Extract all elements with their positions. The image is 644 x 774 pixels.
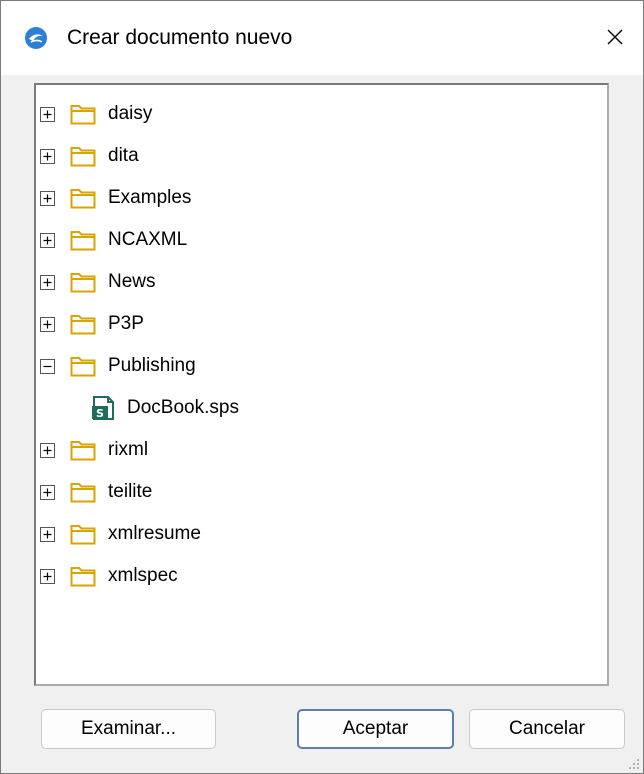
expand-plus-icon[interactable] xyxy=(40,316,55,332)
tree-item-news[interactable]: News xyxy=(36,267,607,297)
folder-icon xyxy=(70,525,96,545)
tree-item-label: DocBook.sps xyxy=(127,397,239,418)
folder-icon xyxy=(70,147,96,167)
expand-plus-icon[interactable] xyxy=(40,442,55,458)
tree-item-xmlspec[interactable]: xmlspec xyxy=(36,561,607,591)
collapse-minus-icon[interactable] xyxy=(40,358,55,374)
browse-button[interactable]: Examinar... xyxy=(41,709,216,749)
folder-icon xyxy=(70,483,96,503)
app-logo-icon xyxy=(25,27,47,49)
expand-plus-icon[interactable] xyxy=(40,148,55,164)
tree-item-daisy[interactable]: daisy xyxy=(36,99,607,129)
tree-item-p3p[interactable]: P3P xyxy=(36,309,607,339)
tree-item-rixml[interactable]: rixml xyxy=(36,435,607,465)
tree-item-label: Examples xyxy=(108,187,192,208)
folder-icon xyxy=(70,315,96,335)
cancel-button[interactable]: Cancelar xyxy=(469,709,625,749)
resize-grip-icon[interactable] xyxy=(626,756,640,770)
folder-icon xyxy=(70,189,96,209)
folder-icon xyxy=(70,273,96,293)
title-bar: Crear documento nuevo xyxy=(1,1,643,75)
expand-plus-icon[interactable] xyxy=(40,106,55,122)
tree-item-label: Publishing xyxy=(108,355,196,376)
svg-text:S: S xyxy=(96,407,104,420)
tree-item-label: xmlspec xyxy=(108,565,178,586)
create-document-dialog: Crear documento nuevo daisy dita Example… xyxy=(0,0,644,774)
tree-item-label: dita xyxy=(108,145,139,166)
folder-icon xyxy=(70,567,96,587)
expand-plus-icon[interactable] xyxy=(40,484,55,500)
expand-plus-icon[interactable] xyxy=(40,568,55,584)
expand-plus-icon[interactable] xyxy=(40,274,55,290)
tree-item-label: NCAXML xyxy=(108,229,188,250)
close-icon[interactable] xyxy=(593,15,637,59)
tree-item-label: xmlresume xyxy=(108,523,201,544)
ok-button[interactable]: Aceptar xyxy=(297,709,454,749)
folder-icon xyxy=(70,441,96,461)
tree-item-label: teilite xyxy=(108,481,153,502)
folder-icon xyxy=(70,105,96,125)
tree-item-publishing[interactable]: Publishing xyxy=(36,351,607,381)
tree-item-ncaxml[interactable]: NCAXML xyxy=(36,225,607,255)
expand-plus-icon[interactable] xyxy=(40,526,55,542)
expand-plus-icon[interactable] xyxy=(40,232,55,248)
tree-item-teilite[interactable]: teilite xyxy=(36,477,607,507)
template-tree[interactable]: daisy dita Examples NCAXML News P3P Publ… xyxy=(34,83,609,686)
tree-item-dita[interactable]: dita xyxy=(36,141,607,171)
tree-item-examples[interactable]: Examples xyxy=(36,183,607,213)
expand-plus-icon[interactable] xyxy=(40,190,55,206)
tree-item-docbook-sps[interactable]: S DocBook.sps xyxy=(36,393,607,423)
sps-file-icon: S xyxy=(92,396,114,420)
tree-item-label: News xyxy=(108,271,156,292)
tree-item-label: rixml xyxy=(108,439,149,460)
folder-icon xyxy=(70,231,96,251)
dialog-title: Crear documento nuevo xyxy=(67,26,293,49)
folder-open-icon xyxy=(70,357,96,377)
tree-item-xmlresume[interactable]: xmlresume xyxy=(36,519,607,549)
tree-item-label: P3P xyxy=(108,313,144,334)
tree-item-label: daisy xyxy=(108,103,153,124)
